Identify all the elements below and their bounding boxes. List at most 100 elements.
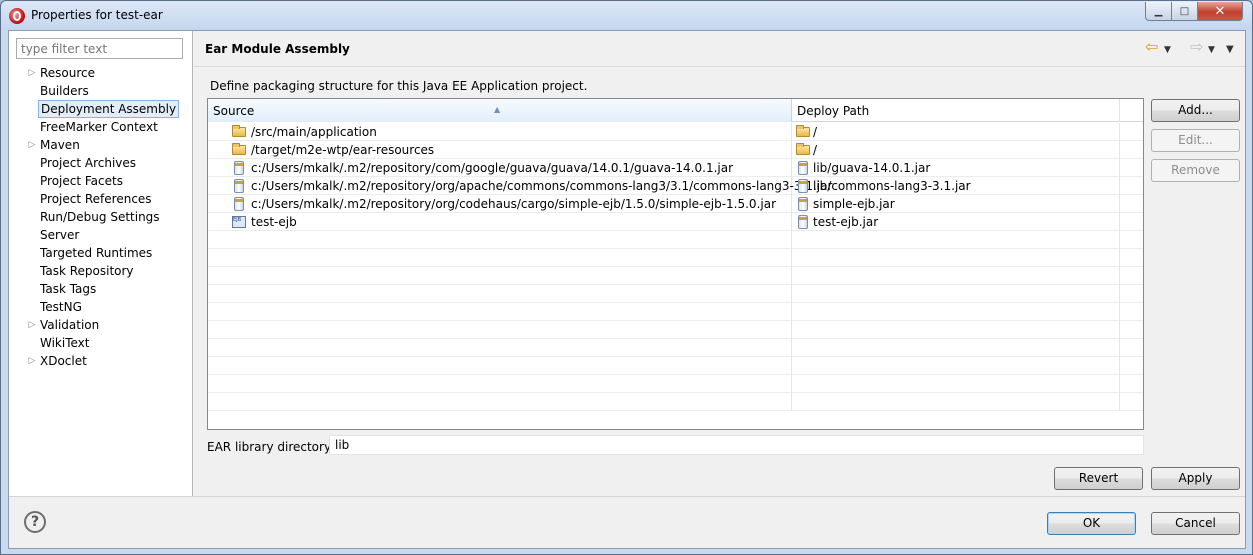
tree-item[interactable]: ▷ Maven [9,136,193,154]
jar-icon [234,197,244,211]
table-row-empty [208,303,1143,321]
tree-item[interactable]: WikiText [9,334,193,352]
ear-library-input[interactable]: lib [329,435,1144,455]
tree-item[interactable]: Deployment Assembly [9,100,193,118]
edit-button[interactable]: Edit... [1151,129,1240,152]
maximize-button[interactable]: □ [1171,2,1198,21]
tree-item-label: Validation [40,318,100,332]
deploy-path-cell [792,267,1120,285]
table-row-empty [208,321,1143,339]
folder-icon [796,125,810,137]
deploy-path-cell[interactable]: test-ejb.jar [792,213,1120,231]
view-menu-icon[interactable]: ▼ [1226,42,1234,58]
back-arrow-icon[interactable]: ⇦ [1145,39,1158,55]
close-button[interactable]: ✕ [1197,2,1243,21]
eclipse-icon [9,8,25,24]
source-cell[interactable]: /target/m2e-wtp/ear-resources [208,141,792,159]
deploy-path-cell[interactable]: lib/commons-lang3-3.1.jar [792,177,1120,195]
cell-text: simple-ejb.jar [813,197,895,211]
tree-item-label: Server [40,228,80,242]
deploy-path-cell[interactable]: lib/guava-14.0.1.jar [792,159,1120,177]
tree-item[interactable]: ▷ XDoclet [9,352,193,370]
column-header-filler [1120,99,1143,122]
back-dropdown-icon[interactable]: ▼ [1164,42,1171,58]
add-button[interactable]: Add... [1151,99,1240,122]
cell-text: / [813,125,818,139]
tree-item[interactable]: Project Facets [9,172,193,190]
deploy-path-cell [792,393,1120,411]
table-row[interactable]: c:/Users/mkalk/.m2/repository/org/codeha… [208,195,1143,213]
deploy-path-cell[interactable]: simple-ejb.jar [792,195,1120,213]
minimize-button[interactable]: ▁ [1145,2,1172,21]
table-row-empty [208,231,1143,249]
remove-button[interactable]: Remove [1151,159,1240,182]
revert-button[interactable]: Revert [1054,467,1143,490]
tree-item[interactable]: TestNG [9,298,193,316]
tree-item[interactable]: Project References [9,190,193,208]
expand-arrow-icon[interactable]: ▷ [27,64,37,82]
tree-item-label: TestNG [40,300,82,314]
tree-item[interactable]: Run/Debug Settings [9,208,193,226]
source-cell[interactable]: c:/Users/mkalk/.m2/repository/org/codeha… [208,195,792,213]
column-header-source[interactable]: ▲ Source [208,99,792,122]
tree-item[interactable]: Task Repository [9,262,193,280]
deploy-path-cell [792,339,1120,357]
source-cell[interactable]: /src/main/application [208,123,792,141]
tree-item-label: Resource [40,66,96,80]
source-cell[interactable]: test-ejb [208,213,792,231]
deploy-path-cell [792,357,1120,375]
deploy-path-cell[interactable]: / [792,141,1120,159]
table-row-empty [208,267,1143,285]
filter-input[interactable] [16,38,183,59]
apply-button[interactable]: Apply [1151,467,1240,490]
cell-text: test-ejb [251,215,297,229]
jar-icon [234,179,244,193]
table-row[interactable]: c:/Users/mkalk/.m2/repository/com/google… [208,159,1143,177]
tree-item-label: Task Tags [40,282,97,296]
cell-text: /target/m2e-wtp/ear-resources [251,143,435,157]
expand-arrow-icon[interactable]: ▷ [27,316,37,334]
help-icon[interactable]: ? [24,511,46,533]
tree-item[interactable]: Task Tags [9,280,193,298]
title-bar[interactable]: Properties for test-ear ▁ □ ✕ [1,1,1252,30]
table-row[interactable]: /target/m2e-wtp/ear-resources / [208,141,1143,159]
column-header-deploy-path[interactable]: Deploy Path [792,99,1120,122]
deploy-path-cell [792,231,1120,249]
tree-item[interactable]: ▷ Validation [9,316,193,334]
table-row[interactable]: /src/main/application / [208,123,1143,141]
tree-item-label: Maven [40,138,80,152]
expand-arrow-icon[interactable]: ▷ [27,136,37,154]
source-cell[interactable]: c:/Users/mkalk/.m2/repository/com/google… [208,159,792,177]
table-row[interactable]: test-ejb test-ejb.jar [208,213,1143,231]
maximize-icon: □ [1179,5,1190,17]
close-icon: ✕ [1214,3,1226,19]
deploy-path-cell [792,249,1120,267]
tree-item-label: Deployment Assembly [38,100,180,118]
tree-item[interactable]: Builders [9,82,193,100]
assembly-table[interactable]: ▲ Source Deploy Path /src/main/applicati… [207,98,1144,430]
table-row-empty [208,285,1143,303]
table-row[interactable]: c:/Users/mkalk/.m2/repository/org/apache… [208,177,1143,195]
tree-item-label: Targeted Runtimes [40,246,153,260]
tree-item[interactable]: Targeted Runtimes [9,244,193,262]
tree-item-label: Task Repository [40,264,134,278]
tree-item-label: Project References [40,192,152,206]
forward-arrow-icon[interactable]: ⇨ [1190,39,1203,55]
ok-button[interactable]: OK [1047,512,1136,535]
jar-icon [798,197,808,211]
source-cell [208,339,792,357]
deploy-path-cell[interactable]: / [792,123,1120,141]
tree-item[interactable]: Project Archives [9,154,193,172]
tree-item[interactable]: Server [9,226,193,244]
source-cell [208,267,792,285]
tree-item[interactable]: ▷ Resource [9,64,193,82]
source-cell[interactable]: c:/Users/mkalk/.m2/repository/org/apache… [208,177,832,195]
tree-item[interactable]: FreeMarker Context [9,118,193,136]
cancel-button[interactable]: Cancel [1151,512,1240,535]
cell-text: lib/commons-lang3-3.1.jar [813,179,971,193]
forward-dropdown-icon[interactable]: ▼ [1208,42,1215,58]
column-header-label: Source [213,104,255,118]
cell-text: / [813,143,818,157]
expand-arrow-icon[interactable]: ▷ [27,352,37,370]
page-description: Define packaging structure for this Java… [210,79,588,93]
